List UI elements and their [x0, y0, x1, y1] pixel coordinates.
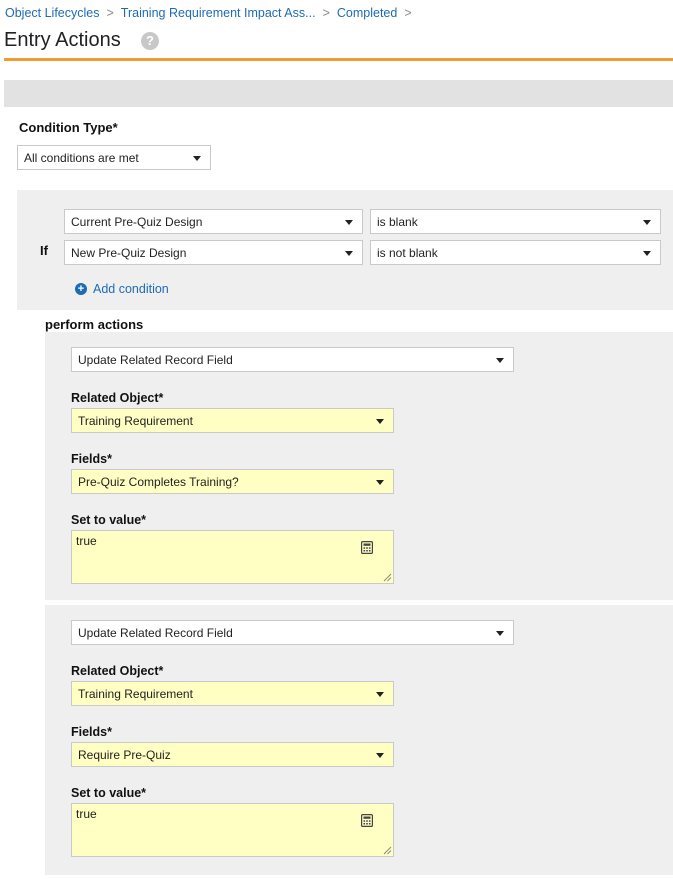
- if-label: If: [40, 243, 48, 258]
- action-1-type-select[interactable]: Update Related Record Field: [71, 347, 514, 372]
- action-1-related-object-value: Training Requirement: [78, 413, 193, 428]
- calculator-icon[interactable]: [361, 814, 373, 827]
- action-2-related-object-label: Related Object*: [71, 664, 164, 678]
- plus-circle-icon: +: [75, 283, 87, 295]
- condition-1-operator-select[interactable]: is blank: [370, 209, 661, 234]
- condition-2-field-value: New Pre-Quiz Design: [71, 245, 187, 260]
- action-1-fields-label: Fields*: [71, 452, 112, 466]
- chevron-down-icon: [376, 479, 384, 485]
- breadcrumb: Object Lifecycles > Training Requirement I…: [5, 6, 419, 20]
- add-condition-button[interactable]: + Add condition: [75, 282, 169, 296]
- condition-2-operator-select[interactable]: is not blank: [370, 240, 661, 265]
- action-2-value-text: true: [76, 807, 97, 821]
- condition-1-field-value: Current Pre-Quiz Design: [71, 214, 203, 229]
- action-2-related-object-select[interactable]: Training Requirement: [71, 681, 394, 706]
- chevron-down-icon: [643, 250, 651, 256]
- resize-grip-icon[interactable]: [383, 846, 392, 855]
- chevron-down-icon: [496, 357, 504, 363]
- action-2-set-value-label: Set to value*: [71, 786, 147, 800]
- action-1-related-object-select[interactable]: Training Requirement: [71, 408, 394, 433]
- action-1-set-value-label: Set to value*: [71, 513, 147, 527]
- help-icon[interactable]: ?: [141, 32, 159, 50]
- condition-2-field-select[interactable]: New Pre-Quiz Design: [64, 240, 363, 265]
- chevron-down-icon: [643, 219, 651, 225]
- condition-type-select[interactable]: All conditions are met: [17, 145, 211, 170]
- action-2-value-textarea[interactable]: true: [71, 803, 394, 857]
- action-1-value-text: true: [76, 534, 97, 548]
- action-2-type-select[interactable]: Update Related Record Field: [71, 620, 514, 645]
- action-1-fields-select[interactable]: Pre-Quiz Completes Training?: [71, 469, 394, 494]
- chevron-down-icon: [193, 155, 201, 161]
- chevron-down-icon: [376, 752, 384, 758]
- breadcrumb-training-requirement[interactable]: Training Requirement Impact Ass...: [121, 6, 316, 20]
- breadcrumb-separator: >: [322, 6, 330, 20]
- action-1-value-textarea[interactable]: true: [71, 530, 394, 584]
- title-divider: [4, 58, 673, 61]
- condition-type-label: Condition Type*: [19, 120, 118, 135]
- chevron-down-icon: [345, 250, 353, 256]
- page-title: Entry Actions: [4, 29, 121, 51]
- breadcrumb-completed[interactable]: Completed: [337, 6, 397, 20]
- chevron-down-icon: [376, 691, 384, 697]
- breadcrumb-separator: >: [106, 6, 114, 20]
- action-2-type-value: Update Related Record Field: [78, 625, 233, 640]
- chevron-down-icon: [376, 418, 384, 424]
- chevron-down-icon: [496, 630, 504, 636]
- breadcrumb-separator: >: [404, 6, 412, 20]
- condition-2-operator-value: is not blank: [377, 245, 438, 260]
- condition-type-value: All conditions are met: [24, 150, 139, 165]
- section-header-bar: [4, 80, 673, 107]
- chevron-down-icon: [345, 219, 353, 225]
- breadcrumb-object-lifecycles[interactable]: Object Lifecycles: [5, 6, 99, 20]
- condition-1-field-select[interactable]: Current Pre-Quiz Design: [64, 209, 363, 234]
- action-1-related-object-label: Related Object*: [71, 391, 164, 405]
- action-2-related-object-value: Training Requirement: [78, 686, 193, 701]
- action-2-fields-value: Require Pre-Quiz: [78, 747, 171, 762]
- action-1-fields-value: Pre-Quiz Completes Training?: [78, 474, 239, 489]
- condition-1-operator-value: is blank: [377, 214, 418, 229]
- action-2-fields-label: Fields*: [71, 725, 112, 739]
- perform-actions-label: perform actions: [45, 317, 144, 332]
- calculator-icon[interactable]: [361, 541, 373, 554]
- add-condition-label: Add condition: [93, 282, 169, 296]
- action-2-fields-select[interactable]: Require Pre-Quiz: [71, 742, 394, 767]
- action-1-type-value: Update Related Record Field: [78, 352, 233, 367]
- resize-grip-icon[interactable]: [383, 573, 392, 582]
